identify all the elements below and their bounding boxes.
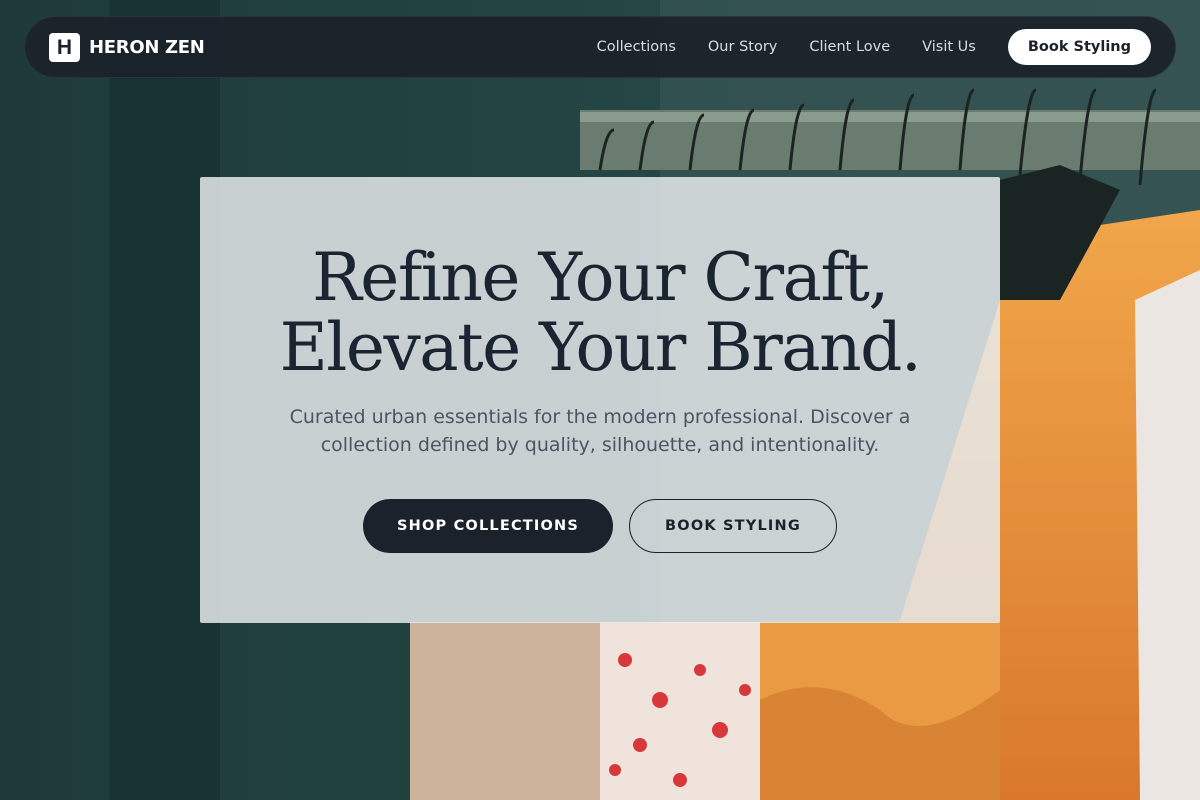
brand-mark-icon: H <box>49 32 80 62</box>
nav-link-our-story[interactable]: Our Story <box>708 39 777 55</box>
shop-collections-button[interactable]: SHOP COLLECTIONS <box>363 499 613 553</box>
nav-links: Collections Our Story Client Love Visit … <box>597 29 1151 65</box>
hero-subtitle: Curated urban essentials for the modern … <box>289 406 911 456</box>
book-styling-button[interactable]: BOOK STYLING <box>629 499 837 553</box>
hero-card: Refine Your Craft, Elevate Your Brand. C… <box>200 177 1000 623</box>
hero-title-line-2: Elevate Your Brand. <box>279 309 922 386</box>
brand-name: HERON ZEN <box>89 36 205 58</box>
hero-actions: SHOP COLLECTIONS BOOK STYLING <box>363 499 837 553</box>
hero-title: Refine Your Craft, Elevate Your Brand. <box>279 239 922 386</box>
brand-logo[interactable]: H HERON ZEN <box>49 32 205 62</box>
nav-link-visit-us[interactable]: Visit Us <box>922 39 976 55</box>
nav-link-client-love[interactable]: Client Love <box>809 39 890 55</box>
hero-title-line-1: Refine Your Craft, <box>312 239 889 316</box>
nav-link-collections[interactable]: Collections <box>597 39 676 55</box>
top-navbar: H HERON ZEN Collections Our Story Client… <box>24 16 1176 78</box>
nav-book-styling-button[interactable]: Book Styling <box>1007 29 1151 65</box>
